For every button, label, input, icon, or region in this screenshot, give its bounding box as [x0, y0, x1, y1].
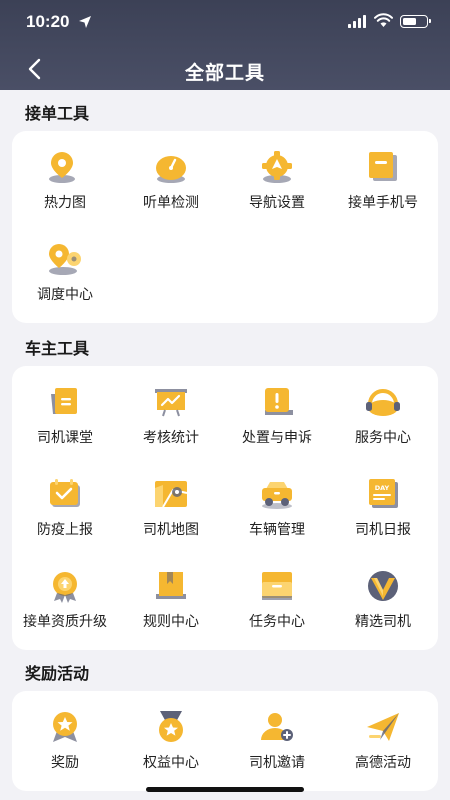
classroom-book-icon: [51, 388, 77, 414]
tool-item[interactable]: 任务中心: [224, 552, 330, 632]
tool-item[interactable]: 车辆管理: [224, 460, 330, 540]
driver-map-icon: [155, 481, 188, 508]
tool-card: 司机课堂 考核统计 处置与申诉 服务中心防疫上报 司机地图 车辆管理 DAY 司机日报接单资质…: [12, 366, 438, 650]
benefits-medal-icon: [159, 711, 183, 742]
tool-label: 热力图: [44, 195, 86, 211]
tool-item[interactable]: 司机课堂: [12, 368, 118, 448]
tool-label: 服务中心: [355, 430, 411, 446]
cellular-signal-icon: [348, 15, 366, 28]
svg-text:DAY: DAY: [375, 484, 390, 492]
dispatch-pin-icon: [49, 244, 81, 275]
featured-driver-icon: [368, 571, 398, 601]
tool-item[interactable]: 接单手机号: [330, 133, 436, 213]
status-bar: 10:20: [0, 0, 450, 44]
tool-item[interactable]: 防疫上报: [12, 460, 118, 540]
home-indicator: [146, 787, 304, 792]
statistics-board-icon: [155, 389, 187, 417]
battery-icon: [400, 15, 431, 28]
tool-item[interactable]: 权益中心: [118, 693, 224, 773]
headset-icon: [366, 389, 400, 416]
invite-driver-icon: [261, 713, 293, 741]
tool-item[interactable]: 高德活动: [330, 693, 436, 773]
activity-plane-icon: [367, 713, 399, 741]
appeal-alert-icon: [265, 388, 293, 415]
tool-label: 听单检测: [143, 195, 199, 211]
tool-item[interactable]: 精选司机: [330, 552, 436, 632]
tool-card: 奖励 权益中心 司机邀请 高德活动: [12, 691, 438, 791]
tool-item[interactable]: 司机邀请: [224, 693, 330, 773]
tool-label: 防疫上报: [37, 522, 93, 538]
status-time: 10:20: [26, 12, 70, 31]
top-bar: 10:20 全部工具: [0, 0, 450, 90]
tool-label: 考核统计: [143, 430, 199, 446]
heatmap-pin-icon: [49, 152, 75, 183]
tool-label: 司机地图: [143, 522, 199, 538]
tool-label: 司机日报: [355, 522, 411, 538]
reward-star-icon: [53, 712, 77, 742]
tool-item[interactable]: 服务中心: [330, 368, 436, 448]
car-icon: [262, 482, 292, 509]
rules-book-icon: [156, 572, 186, 599]
tool-card: 热力图 听单检测 导航设置 接单手机号调度中心: [12, 131, 438, 323]
tool-item[interactable]: 考核统计: [118, 368, 224, 448]
tool-label: 接单手机号: [348, 195, 418, 211]
tool-label: 导航设置: [249, 195, 305, 211]
tool-item[interactable]: 听单检测: [118, 133, 224, 213]
tool-item[interactable]: DAY 司机日报: [330, 460, 436, 540]
section-title: 车主工具: [25, 339, 90, 358]
tool-item[interactable]: 司机地图: [118, 460, 224, 540]
tool-item[interactable]: 奖励: [12, 693, 118, 773]
tool-item[interactable]: 导航设置: [224, 133, 330, 213]
tool-label: 调度中心: [37, 287, 93, 303]
tool-label: 奖励: [51, 755, 79, 771]
tool-label: 精选司机: [355, 614, 411, 630]
tool-item[interactable]: 处置与申诉: [224, 368, 330, 448]
upgrade-badge-icon: [53, 572, 77, 603]
location-arrow-icon: [79, 16, 91, 28]
tool-item[interactable]: 热力图: [12, 133, 118, 213]
section-title: 接单工具: [25, 104, 90, 123]
tool-label: 司机课堂: [37, 430, 93, 446]
tool-label: 权益中心: [143, 755, 199, 771]
tool-label: 接单资质升级: [23, 614, 107, 630]
task-folder-icon: [262, 572, 292, 600]
tool-item[interactable]: 调度中心: [12, 225, 118, 305]
section-title: 奖励活动: [25, 664, 90, 683]
phone-card-icon: [369, 152, 397, 181]
tool-item[interactable]: 规则中心: [118, 552, 224, 632]
tool-label: 车辆管理: [249, 522, 305, 538]
tool-label: 任务中心: [249, 614, 305, 630]
tool-item[interactable]: 接单资质升级: [12, 552, 118, 632]
page-title: 全部工具: [184, 62, 265, 84]
tool-label: 处置与申诉: [242, 430, 312, 446]
epidemic-check-icon: [50, 479, 80, 507]
tool-label: 规则中心: [143, 614, 199, 630]
navigation-gear-icon: [262, 151, 292, 183]
daily-report-icon: DAY: [369, 479, 398, 508]
wifi-icon: [374, 13, 393, 27]
tool-label: 司机邀请: [249, 755, 305, 771]
tool-label: 高德活动: [355, 755, 411, 771]
gauge-icon: [156, 156, 186, 183]
